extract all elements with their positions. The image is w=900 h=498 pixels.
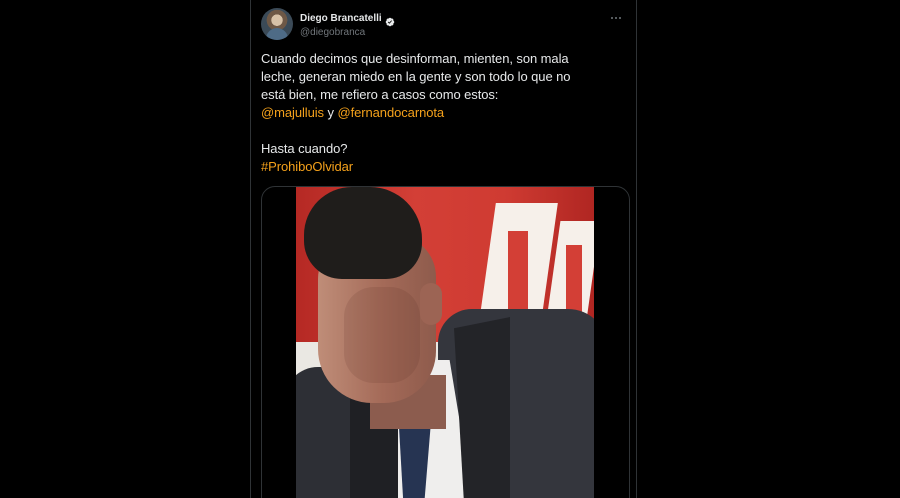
mentions-line: @majulluis y @fernandocarnota bbox=[261, 104, 629, 122]
person-hair bbox=[304, 187, 422, 279]
tweet-question: Hasta cuando? bbox=[261, 141, 348, 156]
author-name-row: Diego Brancatelli bbox=[300, 12, 395, 27]
tweet-header: Diego Brancatelli @diegobranca bbox=[261, 8, 628, 42]
tweet-text-line: Cuando decimos que desinforman, mienten,… bbox=[261, 51, 569, 66]
tweet-card: Diego Brancatelli @diegobranca Cuando de… bbox=[250, 0, 637, 498]
tweet-body: Cuando decimos que desinforman, mienten,… bbox=[261, 50, 629, 176]
person-ear bbox=[420, 283, 442, 325]
tweet-spacer bbox=[261, 122, 629, 140]
author-handle[interactable]: @diegobranca bbox=[300, 26, 395, 39]
avatar[interactable] bbox=[261, 8, 293, 40]
video-background-letter-gap bbox=[566, 245, 582, 315]
author-display-name[interactable]: Diego Brancatelli bbox=[300, 12, 382, 26]
tweet-text-line: está bien, me refiero a casos como estos… bbox=[261, 87, 499, 102]
tweet-text-line: leche, generan miedo en la gente y son t… bbox=[261, 69, 571, 84]
more-dot-icon bbox=[619, 17, 621, 19]
person-face-shadow bbox=[344, 287, 420, 383]
page: Diego Brancatelli @diegobranca Cuando de… bbox=[0, 0, 900, 498]
person-lapel-right bbox=[454, 317, 510, 498]
video-still[interactable] bbox=[296, 187, 594, 498]
more-dot-icon bbox=[615, 17, 617, 19]
more-horizontal-icon[interactable] bbox=[608, 12, 624, 24]
mention-link[interactable]: @fernandocarnota bbox=[337, 105, 444, 120]
hashtag-link[interactable]: #ProhiboOlvidar bbox=[261, 158, 629, 176]
tweet-media[interactable] bbox=[261, 186, 630, 498]
mentions-joiner: y bbox=[323, 105, 338, 120]
more-dot-icon bbox=[611, 17, 613, 19]
verified-icon bbox=[385, 14, 395, 27]
avatar-shoulder bbox=[266, 28, 288, 40]
mention-link[interactable]: @majulluis bbox=[261, 105, 324, 120]
video-background-letter-gap bbox=[508, 231, 528, 319]
author-block: Diego Brancatelli @diegobranca bbox=[300, 12, 395, 39]
